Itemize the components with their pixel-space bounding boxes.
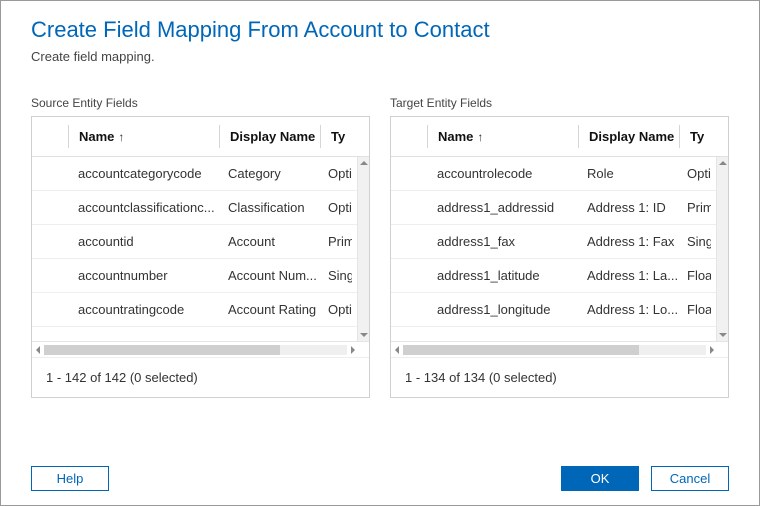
vertical-scrollbar[interactable] [716, 157, 728, 341]
cell-display: Address 1: Fax [577, 234, 677, 249]
cell-name: accountcategorycode [68, 166, 218, 181]
scroll-up-icon [719, 161, 727, 165]
cell-display: Category [218, 166, 318, 181]
cell-display: Address 1: Lo... [577, 302, 677, 317]
cell-type: Prim [318, 234, 352, 249]
cell-type: Opti [318, 302, 352, 317]
cell-name: address1_longitude [427, 302, 577, 317]
sort-ascending-icon: ↑ [477, 130, 483, 144]
cell-name: accountnumber [68, 268, 218, 283]
cell-name: accountid [68, 234, 218, 249]
cell-type: Opti [318, 200, 352, 215]
target-grid-header: Name ↑ Display Name Ty [391, 117, 728, 157]
scroll-right-icon [710, 346, 714, 354]
column-header-name-label: Name [79, 129, 114, 144]
sort-ascending-icon: ↑ [118, 130, 124, 144]
source-grid-header: Name ↑ Display Name Ty [32, 117, 369, 157]
column-header-display[interactable]: Display Name [220, 117, 320, 156]
source-panel-title: Source Entity Fields [31, 96, 370, 110]
table-row[interactable]: address1_addressid Address 1: ID Prim [391, 191, 728, 225]
cell-name: accountratingcode [68, 302, 218, 317]
ok-button[interactable]: OK [561, 466, 639, 491]
table-row[interactable]: address1_latitude Address 1: La... Float [391, 259, 728, 293]
page-subtitle: Create field mapping. [31, 49, 729, 64]
cell-display: Address 1: ID [577, 200, 677, 215]
cell-type: Float [677, 268, 711, 283]
source-grid-footer: 1 - 142 of 142 (0 selected) [32, 357, 369, 397]
horizontal-scrollbar[interactable] [391, 341, 728, 357]
cell-name: address1_fax [427, 234, 577, 249]
cell-name: address1_addressid [427, 200, 577, 215]
scroll-down-icon [360, 333, 368, 337]
column-header-type[interactable]: Ty [680, 117, 714, 156]
source-rows: accountcategorycode Category Opti accoun… [32, 157, 369, 341]
cell-display: Account Num... [218, 268, 318, 283]
table-row[interactable]: accountclassificationc... Classification… [32, 191, 369, 225]
target-panel-title: Target Entity Fields [390, 96, 729, 110]
dialog-footer: Help OK Cancel [1, 451, 759, 505]
horizontal-scrollbar[interactable] [32, 341, 369, 357]
scroll-left-icon [36, 346, 40, 354]
target-panel: Target Entity Fields Name ↑ Display Name… [390, 96, 729, 398]
cell-type: Sing [318, 268, 352, 283]
help-button[interactable]: Help [31, 466, 109, 491]
column-header-display[interactable]: Display Name [579, 117, 679, 156]
cell-type: Opti [318, 166, 352, 181]
scroll-left-icon [395, 346, 399, 354]
column-header-name-label: Name [438, 129, 473, 144]
cell-type: Prim [677, 200, 711, 215]
cell-type: Float [677, 302, 711, 317]
table-row[interactable]: address1_longitude Address 1: Lo... Floa… [391, 293, 728, 327]
cell-name: accountclassificationc... [68, 200, 218, 215]
checkbox-header[interactable] [32, 117, 68, 156]
table-row[interactable]: accountcategorycode Category Opti [32, 157, 369, 191]
cell-name: address1_latitude [427, 268, 577, 283]
cancel-button[interactable]: Cancel [651, 466, 729, 491]
cell-type: Sing [677, 234, 711, 249]
column-header-type[interactable]: Ty [321, 117, 355, 156]
scroll-right-icon [351, 346, 355, 354]
target-rows: accountrolecode Role Opti address1_addre… [391, 157, 728, 341]
source-panel: Source Entity Fields Name ↑ Display Name… [31, 96, 370, 398]
source-grid: Name ↑ Display Name Ty accountcategoryco… [31, 116, 370, 398]
cell-display: Account Rating [218, 302, 318, 317]
cell-type: Opti [677, 166, 711, 181]
scroll-down-icon [719, 333, 727, 337]
checkbox-header[interactable] [391, 117, 427, 156]
table-row[interactable]: accountratingcode Account Rating Opti [32, 293, 369, 327]
column-header-name[interactable]: Name ↑ [428, 117, 578, 156]
page-title: Create Field Mapping From Account to Con… [31, 17, 729, 43]
column-header-name[interactable]: Name ↑ [69, 117, 219, 156]
table-row[interactable]: address1_fax Address 1: Fax Sing [391, 225, 728, 259]
vertical-scrollbar[interactable] [357, 157, 369, 341]
cell-display: Role [577, 166, 677, 181]
table-row[interactable]: accountrolecode Role Opti [391, 157, 728, 191]
target-grid: Name ↑ Display Name Ty accountrolecode R… [390, 116, 729, 398]
cell-display: Address 1: La... [577, 268, 677, 283]
cell-name: accountrolecode [427, 166, 577, 181]
cell-display: Classification [218, 200, 318, 215]
table-row[interactable]: accountid Account Prim [32, 225, 369, 259]
scroll-up-icon [360, 161, 368, 165]
target-grid-footer: 1 - 134 of 134 (0 selected) [391, 357, 728, 397]
cell-display: Account [218, 234, 318, 249]
table-row[interactable]: accountnumber Account Num... Sing [32, 259, 369, 293]
